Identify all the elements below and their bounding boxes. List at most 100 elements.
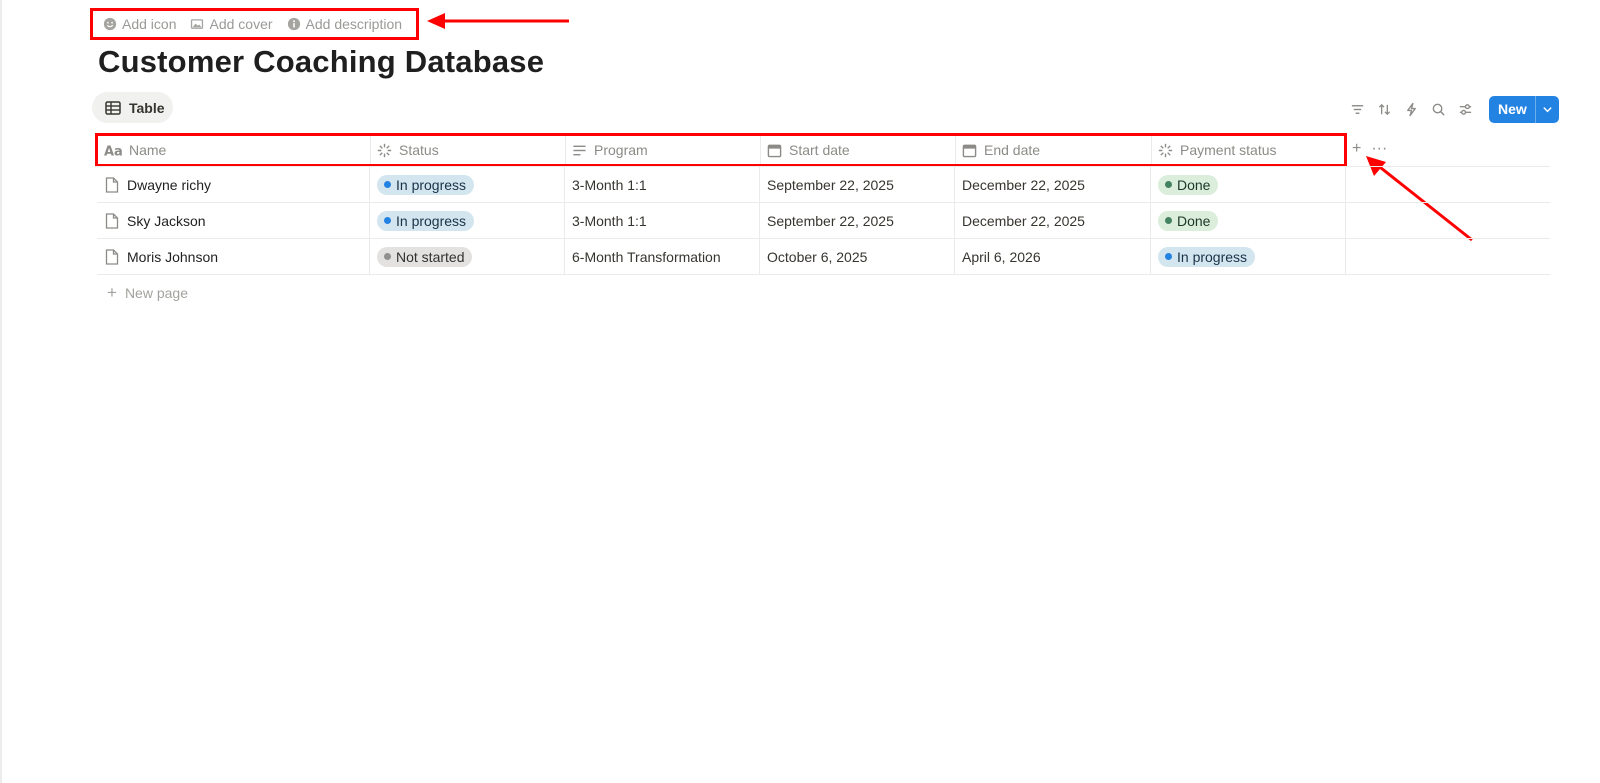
new-button[interactable]: New bbox=[1489, 96, 1535, 123]
cell-name[interactable]: Dwayne richy bbox=[97, 167, 370, 202]
column-header-label: Name bbox=[129, 142, 167, 158]
cell-program[interactable]: 3-Month 1:1 bbox=[565, 203, 760, 238]
table-icon bbox=[105, 100, 121, 115]
new-page-label: New page bbox=[124, 285, 188, 301]
sort-icon bbox=[1378, 103, 1391, 115]
status-badge: In progress bbox=[1158, 246, 1256, 267]
cell-status[interactable]: In progress bbox=[370, 203, 565, 238]
cell-start-date[interactable]: September 22, 2025 bbox=[760, 203, 955, 238]
filter-button[interactable] bbox=[1344, 96, 1371, 122]
column-header-status[interactable]: Status bbox=[371, 136, 566, 164]
annotation-arrow-left bbox=[427, 13, 569, 29]
cell-start-date[interactable]: September 22, 2025 bbox=[760, 167, 955, 202]
add-description-label: Add description bbox=[305, 16, 403, 32]
add-cover-label: Add cover bbox=[209, 16, 273, 32]
filter-icon bbox=[1351, 104, 1364, 114]
cell-program[interactable]: 6-Month Transformation bbox=[565, 239, 760, 274]
status-dot bbox=[384, 253, 391, 260]
search-button[interactable] bbox=[1425, 96, 1452, 122]
column-header-label: End date bbox=[984, 142, 1041, 158]
cell-end-date[interactable]: December 22, 2025 bbox=[955, 203, 1151, 238]
status-dot bbox=[384, 181, 391, 188]
cell-payment-status[interactable]: Done bbox=[1151, 203, 1346, 238]
cell-end-date[interactable]: December 22, 2025 bbox=[955, 167, 1151, 202]
new-page-button[interactable]: + New page bbox=[107, 284, 188, 302]
tab-table-label: Table bbox=[129, 99, 165, 116]
cell-status[interactable]: In progress bbox=[370, 167, 565, 202]
tab-table-view[interactable]: Table bbox=[92, 92, 173, 123]
column-header-label: Program bbox=[594, 142, 648, 158]
status-icon bbox=[1158, 143, 1173, 157]
add-property-icon[interactable]: + bbox=[1352, 140, 1361, 158]
table-row[interactable]: Moris Johnson Not started 6-Month Transf… bbox=[97, 239, 1550, 275]
cell-empty bbox=[1346, 203, 1550, 238]
column-header-program[interactable]: Program bbox=[566, 136, 761, 164]
cell-start-date[interactable]: October 6, 2025 bbox=[760, 239, 955, 274]
table-row[interactable]: Dwayne richy In progress 3-Month 1:1 Sep… bbox=[97, 167, 1550, 203]
text-type-icon: Aa bbox=[104, 144, 122, 158]
status-text: Done bbox=[1177, 176, 1211, 193]
chevron-down-icon bbox=[1543, 106, 1552, 112]
status-dot bbox=[384, 217, 391, 224]
view-settings-button[interactable] bbox=[1452, 96, 1479, 122]
table-body: Dwayne richy In progress 3-Month 1:1 Sep… bbox=[97, 167, 1550, 275]
text-lines-icon bbox=[573, 145, 586, 155]
database-toolbar: New bbox=[1344, 95, 1559, 123]
column-header-payment-status[interactable]: Payment status bbox=[1152, 136, 1344, 164]
search-icon bbox=[1432, 103, 1445, 116]
cell-end-date[interactable]: April 6, 2026 bbox=[955, 239, 1151, 274]
cell-empty bbox=[1346, 239, 1550, 274]
status-dot bbox=[1165, 181, 1172, 188]
more-options-icon[interactable]: ··· bbox=[1371, 140, 1387, 158]
status-dot bbox=[1165, 253, 1172, 260]
cell-payment-status[interactable]: Done bbox=[1151, 167, 1346, 202]
row-name: Dwayne richy bbox=[127, 176, 212, 193]
page-icon bbox=[105, 212, 119, 229]
page-icon bbox=[105, 248, 119, 265]
image-icon bbox=[191, 19, 204, 29]
column-header-start-date[interactable]: Start date bbox=[761, 136, 956, 164]
new-dropdown-button[interactable] bbox=[1534, 95, 1559, 123]
info-icon bbox=[287, 17, 300, 31]
status-badge: Not started bbox=[377, 246, 473, 267]
table-row[interactable]: Sky Jackson In progress 3-Month 1:1 Sept… bbox=[97, 203, 1550, 239]
status-icon bbox=[377, 143, 392, 157]
calendar-icon bbox=[767, 144, 782, 157]
column-header-label: Payment status bbox=[1180, 142, 1277, 158]
status-text: In progress bbox=[1177, 248, 1248, 265]
add-cover-button[interactable]: Add cover bbox=[190, 16, 273, 32]
status-text: In progress bbox=[396, 176, 467, 193]
cell-program[interactable]: 3-Month 1:1 bbox=[565, 167, 760, 202]
status-text: Done bbox=[1177, 212, 1211, 229]
page-title[interactable]: Customer Coaching Database bbox=[98, 44, 544, 80]
row-name: Sky Jackson bbox=[127, 212, 206, 229]
calendar-icon bbox=[962, 144, 977, 157]
svg-text:Aa: Aa bbox=[104, 144, 122, 158]
new-button-group: New bbox=[1489, 95, 1559, 123]
cell-payment-status[interactable]: In progress bbox=[1151, 239, 1346, 274]
add-icon-label: Add icon bbox=[122, 16, 177, 32]
cell-name[interactable]: Moris Johnson bbox=[97, 239, 370, 274]
add-description-button[interactable]: Add description bbox=[287, 16, 403, 32]
status-badge: In progress bbox=[377, 174, 475, 195]
automation-icon bbox=[1407, 102, 1416, 116]
view-settings-icon bbox=[1459, 103, 1472, 115]
column-header-end-date[interactable]: End date bbox=[956, 136, 1152, 164]
cell-name[interactable]: Sky Jackson bbox=[97, 203, 370, 238]
page-left-border bbox=[0, 0, 2, 783]
cell-empty bbox=[1346, 167, 1550, 202]
status-text: Not started bbox=[396, 248, 465, 265]
smiley-icon bbox=[103, 17, 117, 31]
header-extra-actions: + ··· bbox=[1352, 140, 1387, 158]
cell-status[interactable]: Not started bbox=[370, 239, 565, 274]
status-text: In progress bbox=[396, 212, 467, 229]
automation-button[interactable] bbox=[1398, 96, 1425, 122]
status-badge: In progress bbox=[377, 210, 475, 231]
status-badge: Done bbox=[1158, 210, 1219, 231]
add-icon-button[interactable]: Add icon bbox=[103, 16, 176, 32]
row-name: Moris Johnson bbox=[127, 248, 219, 265]
page-meta-actions: Add icon Add cover Add description bbox=[90, 8, 419, 40]
page-icon bbox=[105, 176, 119, 193]
sort-button[interactable] bbox=[1371, 96, 1398, 122]
column-header-name[interactable]: Aa Name bbox=[98, 136, 371, 164]
